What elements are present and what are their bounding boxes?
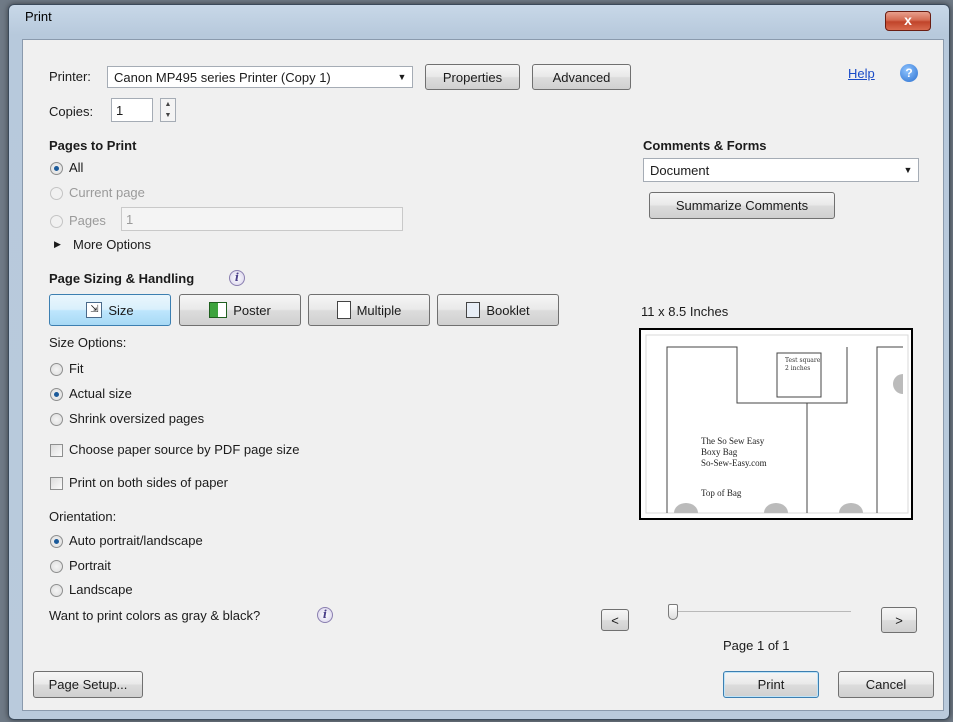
portrait-label: Portrait	[69, 558, 111, 573]
pages-range-input[interactable]: 1	[121, 207, 403, 231]
both-sides-label: Print on both sides of paper	[69, 475, 228, 490]
tab-poster-label: Poster	[233, 302, 271, 318]
comments-forms-select[interactable]: Document ▼	[643, 158, 919, 182]
pages-to-print-heading: Pages to Print	[49, 138, 137, 153]
test-square-line2: 2 inches	[785, 365, 811, 372]
test-square-caption: Test square 2 inches	[785, 357, 820, 373]
auto-orientation-label: Auto portrait/landscape	[69, 533, 203, 548]
page-sizing-heading: Page Sizing & Handling	[49, 271, 195, 286]
info-icon[interactable]: i	[317, 607, 333, 623]
tab-size[interactable]: ⇲ Size	[49, 294, 171, 326]
printer-label: Printer:	[49, 69, 91, 84]
tab-size-label: Size	[108, 302, 134, 318]
paper-size-label: 11 x 8.5 Inches	[641, 304, 729, 319]
summarize-comments-button[interactable]: Summarize Comments	[649, 192, 835, 219]
copies-input[interactable]: 1	[111, 98, 153, 122]
page-slider-track[interactable]	[673, 611, 851, 612]
copies-stepper[interactable]: ▲ ▼	[160, 98, 176, 122]
info-icon[interactable]: i	[229, 270, 245, 286]
portrait-radio[interactable]	[50, 560, 63, 573]
preview-text-block: The So Sew Easy Boxy Bag So-Sew-Easy.com	[701, 436, 767, 469]
help-icon[interactable]: ?	[900, 64, 918, 82]
tab-booklet[interactable]: Booklet	[437, 294, 559, 326]
pages-range-radio[interactable]	[50, 215, 63, 228]
orientation-label: Orientation:	[49, 509, 117, 524]
copies-value: 1	[116, 102, 124, 118]
chevron-down-icon: ▼	[903, 165, 913, 175]
auto-orientation-radio[interactable]	[50, 535, 63, 548]
comments-forms-heading: Comments & Forms	[643, 138, 767, 153]
paper-source-checkbox[interactable]	[50, 444, 63, 457]
fit-label: Fit	[69, 361, 84, 376]
all-pages-radio[interactable]	[50, 162, 63, 175]
preview-text-line2: Boxy Bag	[701, 447, 738, 457]
close-icon: x	[904, 12, 912, 28]
all-pages-label: All	[69, 160, 84, 175]
expand-triangle-icon[interactable]: ▶	[54, 239, 61, 250]
current-page-label: Current page	[69, 185, 145, 200]
landscape-label: Landscape	[69, 582, 133, 597]
tab-multiple-label: Multiple	[356, 302, 402, 318]
current-page-radio[interactable]	[50, 187, 63, 200]
properties-button[interactable]: Properties	[425, 64, 520, 90]
chevron-down-icon: ▼	[397, 72, 407, 82]
more-options-toggle[interactable]: More Options	[73, 237, 151, 252]
preview-bottom-label: Top of Bag	[701, 488, 742, 498]
page-slider-thumb[interactable]	[668, 604, 678, 620]
pages-range-label: Pages	[69, 213, 106, 228]
next-page-button[interactable]: >	[881, 607, 917, 633]
tab-booklet-label: Booklet	[486, 302, 530, 318]
window-title: Print	[25, 9, 52, 24]
gray-black-question: Want to print colors as gray & black?	[49, 608, 261, 623]
preview-text-line3: So-Sew-Easy.com	[701, 458, 767, 468]
advanced-button[interactable]: Advanced	[532, 64, 631, 90]
test-square-line1: Test square	[785, 357, 821, 364]
multiple-pages-icon	[336, 301, 351, 319]
shrink-oversized-label: Shrink oversized pages	[69, 411, 205, 426]
booklet-icon	[466, 302, 481, 318]
tab-multiple[interactable]: Multiple	[308, 294, 430, 326]
resize-icon: ⇲	[86, 302, 103, 318]
help-link[interactable]: Help	[848, 66, 875, 81]
preview-drawing	[645, 334, 909, 514]
both-sides-checkbox[interactable]	[50, 477, 63, 490]
landscape-radio[interactable]	[50, 584, 63, 597]
paper-source-label: Choose paper source by PDF page size	[69, 442, 300, 457]
page-preview: Test square 2 inches The So Sew Easy Box…	[639, 328, 913, 520]
tab-poster[interactable]: Poster	[179, 294, 301, 326]
dialog-client-area: Printer: Canon MP495 series Printer (Cop…	[22, 39, 944, 711]
pages-range-value: 1	[126, 211, 134, 227]
printer-select[interactable]: Canon MP495 series Printer (Copy 1) ▼	[107, 66, 413, 88]
copies-label: Copies:	[49, 104, 94, 119]
close-button[interactable]: x	[885, 11, 931, 31]
page-setup-button[interactable]: Page Setup...	[33, 671, 143, 698]
printer-selected-value: Canon MP495 series Printer (Copy 1)	[114, 69, 331, 85]
preview-text-line1: The So Sew Easy	[701, 436, 765, 446]
page-indicator: Page 1 of 1	[723, 638, 790, 653]
fit-radio[interactable]	[50, 363, 63, 376]
comments-forms-selected-value: Document	[650, 162, 710, 178]
size-options-label: Size Options:	[49, 335, 127, 350]
actual-size-radio[interactable]	[50, 388, 63, 401]
shrink-oversized-radio[interactable]	[50, 413, 63, 426]
print-button[interactable]: Print	[723, 671, 819, 698]
cancel-button[interactable]: Cancel	[838, 671, 934, 698]
poster-icon	[209, 302, 228, 318]
previous-page-button[interactable]: <	[601, 609, 629, 631]
actual-size-label: Actual size	[69, 386, 132, 401]
